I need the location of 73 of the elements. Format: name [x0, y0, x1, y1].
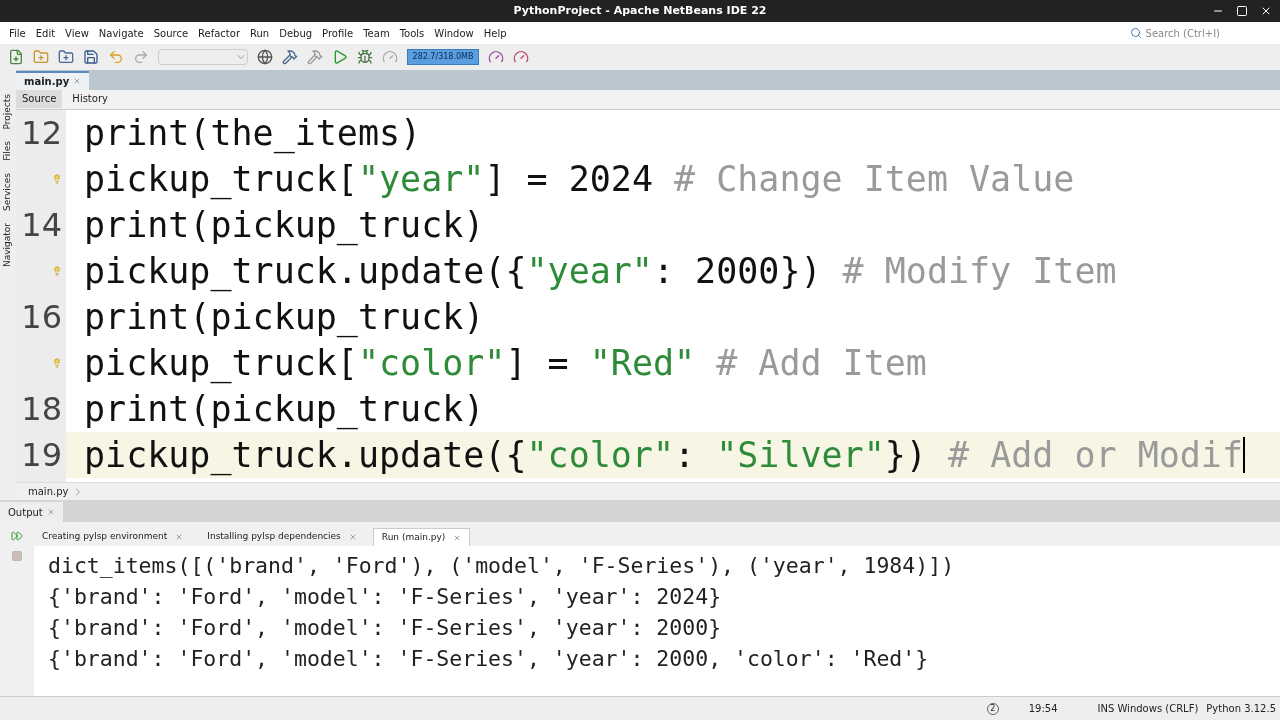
hint-icon[interactable]: [52, 357, 62, 368]
menu-item[interactable]: View: [60, 25, 94, 41]
editor-tab[interactable]: main.py: [16, 70, 90, 90]
output-line: {'brand': 'Ford', 'model': 'F-Series', 'year': 2000}: [48, 614, 723, 642]
hammer-icon[interactable]: [282, 49, 298, 65]
open-project-icon[interactable]: [58, 49, 74, 65]
caret-position: 19:54: [1028, 702, 1058, 716]
new-project-icon[interactable]: [33, 49, 49, 65]
menu-item[interactable]: Tools: [394, 25, 430, 41]
menu-item[interactable]: Source: [148, 25, 194, 41]
output-line: dict_items([('brand', 'Ford'), ('model', 'F-Series'), ('year', 1984)]): [48, 552, 956, 580]
memory-meter[interactable]: 282.7/318.0MB: [407, 49, 479, 65]
code-line: print(pickup_truck): [84, 203, 486, 248]
menu-item[interactable]: Window: [429, 25, 479, 41]
menu-item[interactable]: Run: [245, 25, 275, 41]
window-title: PythonProject - Apache NetBeans IDE 22: [513, 2, 767, 19]
close-icon[interactable]: [175, 533, 184, 541]
hint-icon[interactable]: [52, 173, 62, 184]
hint-icon[interactable]: [52, 265, 62, 276]
line-number: 12: [21, 112, 62, 154]
console-tab[interactable]: Creating pylsp environment: [34, 528, 192, 546]
configuration-dropdown[interactable]: [158, 49, 248, 65]
side-panel-tab[interactable]: Navigator: [1, 223, 15, 268]
code-editor[interactable]: [16, 109, 1280, 483]
console-tab[interactable]: Run (main.py): [372, 528, 471, 546]
menu-item[interactable]: Debug: [274, 25, 318, 41]
python-version[interactable]: Python 3.12.5: [1206, 701, 1276, 716]
search-field[interactable]: Search (Ctrl+I): [1145, 25, 1220, 41]
menu-item[interactable]: Team: [358, 25, 395, 41]
console-tab[interactable]: Installing pylsp dependencies: [199, 528, 365, 546]
menu-item[interactable]: Profile: [317, 25, 359, 41]
new-file-icon[interactable]: [8, 49, 24, 65]
output-line: {'brand': 'Ford', 'model': 'F-Series', 'year': 2024}: [48, 583, 723, 611]
code-line: pickup_truck["color"] = "Red" # Add Item: [84, 341, 928, 386]
redo-icon[interactable]: [133, 49, 149, 65]
rerun-icon[interactable]: [11, 530, 23, 542]
view-tab[interactable]: History: [66, 90, 114, 109]
undo-icon[interactable]: [108, 49, 124, 65]
menu-item[interactable]: Refactor: [193, 25, 245, 41]
text-cursor: [1243, 436, 1245, 473]
debug-icon[interactable]: [357, 49, 373, 65]
side-panel-tab[interactable]: Projects: [1, 94, 15, 130]
code-line: print(pickup_truck): [84, 387, 486, 432]
menu-item[interactable]: Edit: [30, 25, 61, 41]
save-icon[interactable]: [83, 49, 99, 65]
code-line: pickup_truck.update({"year": 2000}) # Modify Item: [84, 249, 1118, 294]
code-line: print(pickup_truck): [84, 295, 486, 340]
output-line: {'brand': 'Ford', 'model': 'F-Series', 'year': 2000, 'color': 'Red'}: [48, 645, 930, 673]
line-number: 19: [21, 434, 62, 476]
close-icon[interactable]: [73, 77, 82, 86]
stop-icon[interactable]: [11, 550, 23, 562]
code-line: print(the_items): [84, 111, 423, 156]
code-line: pickup_truck["year"] = 2024 # Change Item Value: [84, 157, 1076, 202]
menu-item[interactable]: Help: [478, 25, 512, 41]
line-number: 14: [21, 204, 62, 246]
menu-item[interactable]: Navigate: [93, 25, 149, 41]
insert-mode: INS Windows (CRLF): [1097, 702, 1199, 716]
maximize-button[interactable]: [1236, 5, 1248, 17]
close-button[interactable]: [1260, 5, 1272, 17]
close-icon[interactable]: [453, 533, 462, 542]
output-panel-tab[interactable]: Output: [0, 502, 63, 522]
side-panel-tab[interactable]: Files: [1, 141, 15, 162]
breadcrumb[interactable]: main.py: [28, 484, 69, 500]
side-panel-tab[interactable]: Services: [1, 173, 15, 212]
search-icon[interactable]: [1129, 27, 1142, 39]
run-icon[interactable]: [332, 49, 348, 65]
line-number: 16: [21, 296, 62, 338]
view-tab[interactable]: Source: [16, 90, 63, 109]
menu-item[interactable]: File: [4, 25, 31, 41]
close-icon[interactable]: [348, 533, 357, 541]
close-icon[interactable]: [46, 508, 55, 516]
line-number: 18: [21, 388, 62, 430]
globe-icon[interactable]: [257, 49, 273, 65]
